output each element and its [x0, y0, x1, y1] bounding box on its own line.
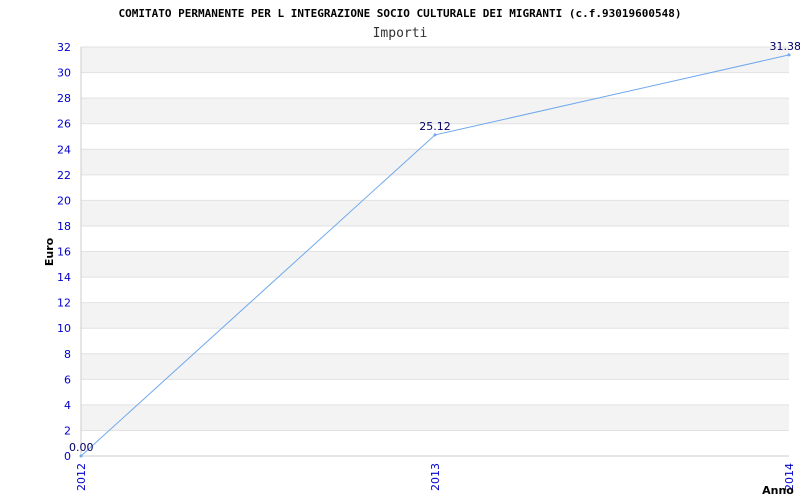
y-tick-label: 6: [64, 373, 71, 386]
y-tick-label: 2: [64, 424, 71, 437]
grid-band: [81, 430, 789, 456]
y-tick-label: 20: [57, 194, 71, 207]
data-point: [433, 133, 437, 137]
grid-band: [81, 328, 789, 354]
grid-band: [81, 225, 789, 252]
grid-band: [81, 302, 789, 329]
y-tick-label: 22: [57, 169, 71, 182]
grid-band: [81, 200, 789, 226]
y-tick-label: 24: [57, 143, 71, 156]
y-tick-label: 16: [57, 246, 71, 259]
data-point: [79, 454, 83, 458]
data-point: [787, 53, 791, 57]
y-tick-label: 32: [57, 41, 71, 54]
y-tick-label: 18: [57, 220, 71, 233]
x-tick-labels: 2012 2013 2014: [75, 463, 796, 491]
x-axis-label: Anno: [762, 484, 794, 497]
line-chart: 02468101214161820222426283032 2012 2013 20…: [43, 7, 800, 497]
y-tick-label: 28: [57, 92, 71, 105]
grid-band: [81, 353, 789, 380]
data-label: 0.00: [69, 441, 94, 454]
x-tick-label: 2012: [75, 463, 88, 491]
data-label: 25.12: [419, 120, 451, 133]
y-tick-label: 4: [64, 399, 71, 412]
grid-band: [81, 174, 789, 201]
chart-title: COMITATO PERMANENTE PER L INTEGRAZIONE S…: [119, 7, 682, 20]
y-tick-labels: 02468101214161820222426283032: [57, 41, 71, 463]
grid-band: [81, 251, 789, 278]
y-tick-label: 8: [64, 348, 71, 361]
y-tick-label: 12: [57, 297, 71, 310]
grid-band: [81, 149, 789, 175]
chart-subtitle: Importi: [373, 26, 428, 41]
y-tick-label: 26: [57, 118, 71, 131]
grid-band: [81, 277, 789, 303]
data-label: 31.38: [770, 40, 800, 53]
x-tick-label: 2013: [429, 463, 442, 491]
grid-band: [81, 379, 789, 405]
y-tick-label: 14: [57, 271, 71, 284]
y-tick-label: 10: [57, 322, 71, 335]
grid-band: [81, 72, 789, 99]
y-axis-label: Euro: [43, 237, 56, 266]
y-tick-label: 30: [57, 67, 71, 80]
grid-band: [81, 404, 789, 431]
grid-band: [81, 47, 789, 73]
